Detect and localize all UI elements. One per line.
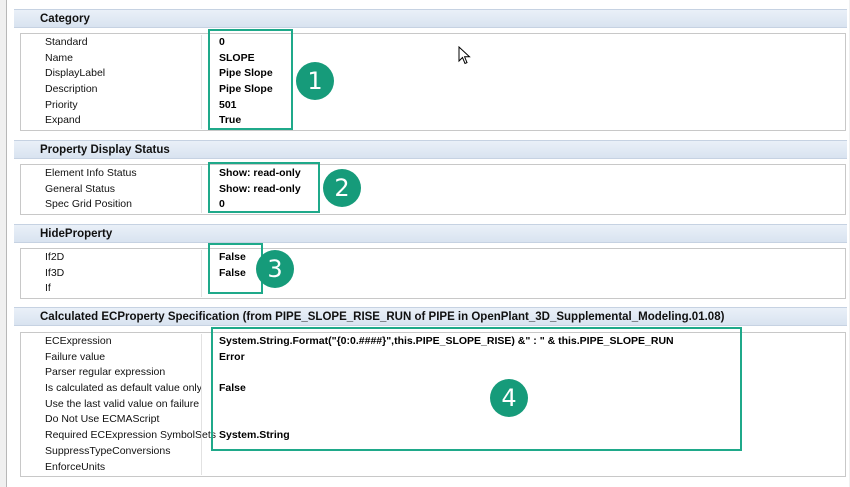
- property-name: Parser regular expression: [45, 366, 166, 379]
- callout-box-1: [208, 29, 293, 130]
- property-row-enforce-units[interactable]: EnforceUnits: [21, 459, 845, 476]
- property-row-general-status[interactable]: General Status Show: read-only: [21, 181, 845, 198]
- section-header-property-display-status[interactable]: Property Display Status: [14, 140, 847, 159]
- property-name: SuppressTypeConversions: [45, 444, 171, 457]
- section-header-category[interactable]: Category: [14, 9, 847, 28]
- section-header-hideproperty[interactable]: HideProperty: [14, 224, 847, 243]
- property-name: Use the last valid value on failure: [45, 397, 200, 410]
- property-name: DisplayLabel: [45, 67, 106, 80]
- callout-box-2: [208, 162, 320, 213]
- property-row-expand[interactable]: Expand True: [21, 113, 845, 130]
- property-row-spec-grid-position[interactable]: Spec Grid Position 0: [21, 197, 845, 214]
- property-name: Expand: [45, 114, 81, 127]
- property-name: Do Not Use ECMAScript: [45, 413, 160, 426]
- property-name: Failure value: [45, 350, 106, 363]
- property-row-if3d[interactable]: If3D False: [21, 265, 845, 282]
- property-name: Required ECExpression SymbolSets: [45, 429, 216, 442]
- property-row-if2d[interactable]: If2D False: [21, 250, 845, 266]
- property-name: ECExpression: [45, 335, 112, 347]
- mouse-cursor-icon: [458, 46, 471, 65]
- property-name: Name: [45, 51, 74, 64]
- property-name: If: [45, 282, 51, 295]
- callout-box-3: [208, 243, 263, 294]
- property-name: Is calculated as default value only: [45, 382, 203, 395]
- property-row-description[interactable]: Description Pipe Slope: [21, 82, 845, 98]
- property-name: Description: [45, 83, 98, 96]
- property-name: If3D: [45, 266, 65, 279]
- grid-category: Standard 0 Name SLOPE DisplayLabel Pipe Slo…: [20, 33, 846, 131]
- property-row-name[interactable]: Name SLOPE: [21, 50, 845, 67]
- property-row-priority[interactable]: Priority 501: [21, 97, 845, 114]
- property-row-element-info-status[interactable]: Element Info Status Show: read-only: [21, 166, 845, 182]
- callout-badge-4: 4: [490, 379, 528, 417]
- property-name: Element Info Status: [45, 167, 137, 179]
- property-name: Priority: [45, 98, 78, 111]
- property-row-displaylabel[interactable]: DisplayLabel Pipe Slope: [21, 66, 845, 83]
- property-name: EnforceUnits: [45, 460, 106, 473]
- callout-box-4: [211, 327, 742, 451]
- callout-badge-2: 2: [323, 169, 361, 207]
- callout-badge-1: 1: [296, 62, 334, 100]
- section-header-calculated-ecproperty[interactable]: Calculated ECProperty Specification (fro…: [14, 307, 847, 326]
- property-name: Standard: [45, 36, 88, 48]
- grid-property-display-status: Element Info Status Show: read-only Gener…: [20, 164, 846, 215]
- property-row-if[interactable]: If: [21, 281, 845, 298]
- property-row-standard[interactable]: Standard 0: [21, 35, 845, 51]
- grid-hideproperty: If2D False If3D False If: [20, 248, 846, 299]
- callout-badge-3: 3: [256, 250, 294, 288]
- property-name: Spec Grid Position: [45, 198, 132, 211]
- property-name: General Status: [45, 182, 116, 195]
- property-name: If2D: [45, 251, 65, 263]
